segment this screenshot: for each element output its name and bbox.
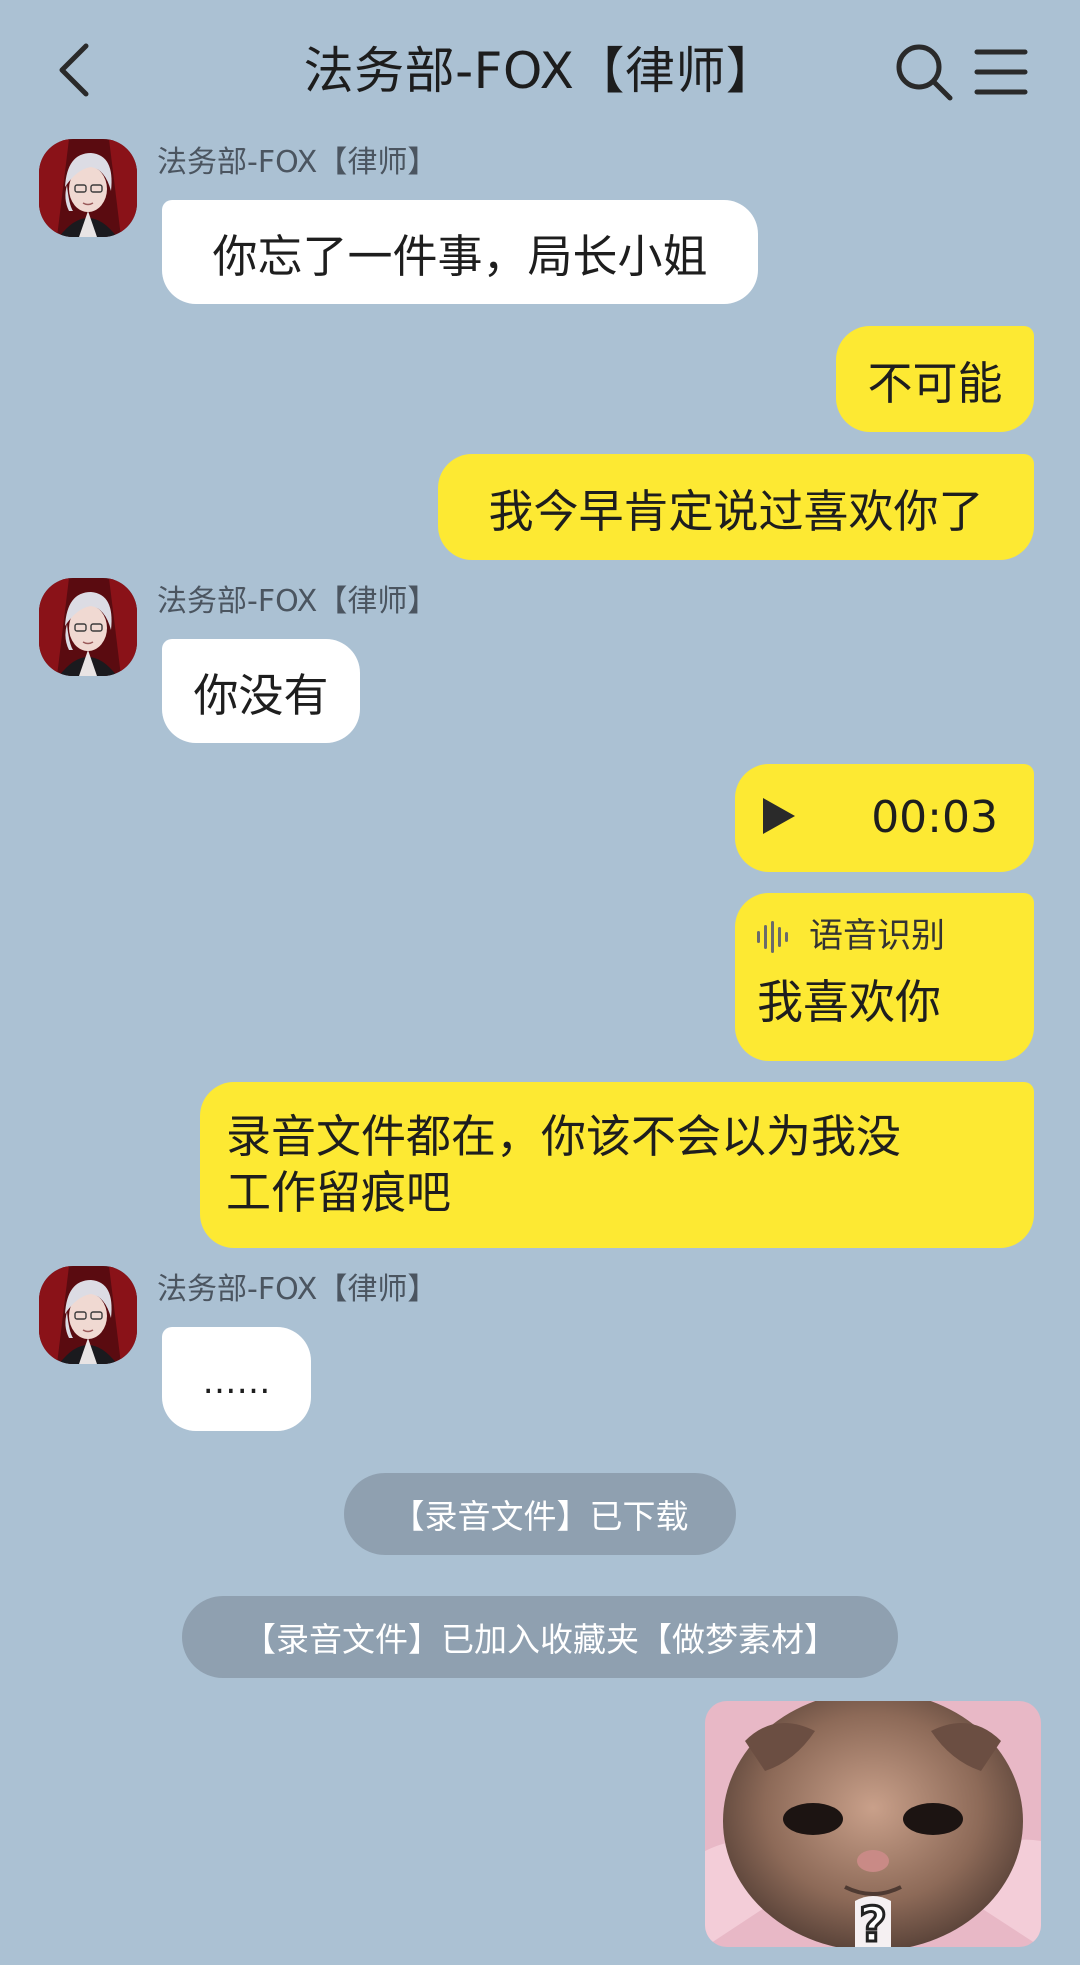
- chat-header: 法务部-FOX【律师】: [0, 0, 1080, 140]
- incoming-message-bubble[interactable]: 你没有: [162, 639, 360, 743]
- incoming-message-bubble[interactable]: 你忘了一件事，局长小姐: [162, 200, 758, 304]
- search-button[interactable]: [892, 40, 956, 104]
- chevron-left-icon: [59, 43, 89, 97]
- contact-avatar-image: [39, 578, 137, 676]
- message-text: 我今早肯定说过喜欢你了: [488, 484, 984, 538]
- sticker-image[interactable]: ?: [705, 1701, 1041, 1947]
- hamburger-menu-icon: [974, 49, 1028, 95]
- sender-name: 法务部-FOX【律师】: [157, 145, 438, 180]
- voice-waveform-icon: [757, 921, 788, 953]
- transcription-label: 语音识别: [809, 916, 945, 956]
- avatar[interactable]: [39, 578, 137, 676]
- message-text: ……: [202, 1362, 271, 1402]
- voice-transcription-bubble[interactable]: 语音识别 我喜欢你: [735, 893, 1034, 1061]
- outgoing-message-bubble[interactable]: 我今早肯定说过喜欢你了: [438, 454, 1034, 560]
- menu-button[interactable]: [972, 44, 1030, 100]
- search-icon: [896, 44, 953, 101]
- avatar[interactable]: [39, 1266, 137, 1364]
- sender-name: 法务部-FOX【律师】: [157, 1272, 438, 1307]
- voice-duration: 00:03: [871, 792, 998, 843]
- sticker-question-mark: ?: [859, 1897, 887, 1947]
- message-text-line: 录音文件都在，你该不会以为我没: [226, 1110, 902, 1163]
- kitten-sticker: ?: [705, 1701, 1041, 1947]
- sender-name: 法务部-FOX【律师】: [157, 584, 438, 619]
- contact-avatar-image: [39, 139, 137, 237]
- message-text: 不可能: [867, 356, 1003, 410]
- message-text: 你没有: [193, 668, 329, 722]
- chat-title: 法务部-FOX【律师】: [303, 42, 777, 100]
- message-text-line: 工作留痕吧: [226, 1166, 452, 1219]
- play-icon[interactable]: [761, 796, 797, 836]
- incoming-message-bubble[interactable]: ……: [162, 1327, 311, 1431]
- back-button[interactable]: [48, 36, 104, 104]
- contact-avatar-image: [39, 1266, 137, 1364]
- voice-message-bubble[interactable]: 00:03: [735, 764, 1034, 872]
- outgoing-message-bubble[interactable]: 录音文件都在，你该不会以为我没 工作留痕吧: [200, 1082, 1034, 1248]
- outgoing-message-bubble[interactable]: 不可能: [836, 326, 1034, 432]
- message-text: 你忘了一件事，局长小姐: [212, 229, 708, 283]
- system-notice: 【录音文件】已下载: [344, 1473, 736, 1555]
- avatar[interactable]: [39, 139, 137, 237]
- system-notice: 【录音文件】已加入收藏夹【做梦素材】: [182, 1596, 898, 1678]
- transcription-text: 我喜欢你: [757, 975, 941, 1029]
